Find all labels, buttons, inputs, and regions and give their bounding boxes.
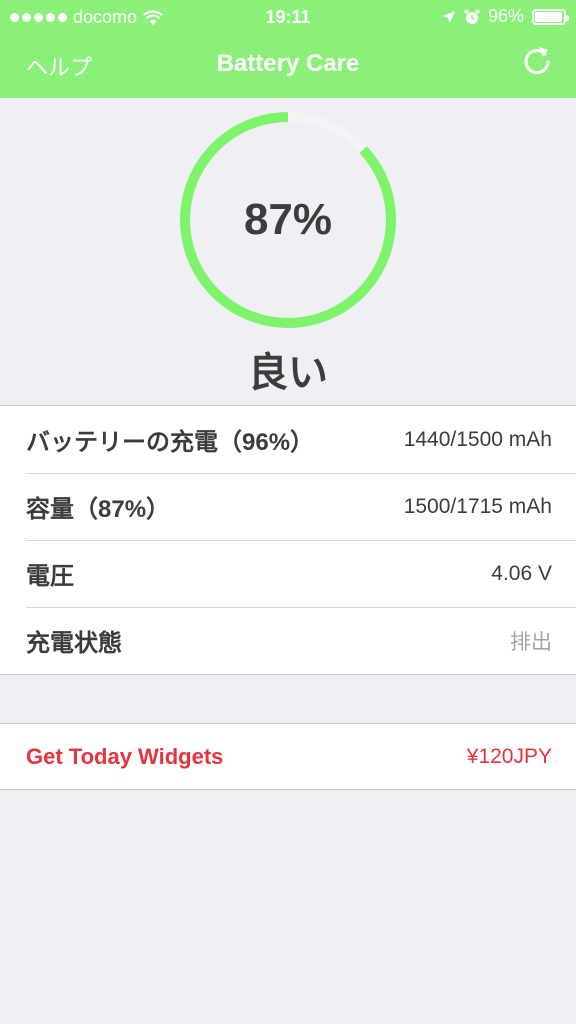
detail-value: 排出 [510, 630, 552, 654]
location-arrow-icon [442, 10, 455, 23]
health-percent: 87% [243, 195, 333, 244]
battery-health-gauge: 87% [178, 110, 398, 330]
promo-price: ¥120JPY [466, 744, 552, 768]
health-status-label: 良い [248, 351, 328, 395]
alarm-icon [464, 9, 480, 24]
top-bar: docomo 19:11 96% ヘルプ Battery Care [0, 0, 576, 98]
detail-row-capacity: 容量（87%） 1500/1715 mAh [0, 473, 576, 540]
detail-label: 容量（87%） [26, 496, 171, 523]
navigation-bar: ヘルプ Battery Care [0, 34, 576, 98]
battery-icon [532, 8, 569, 25]
detail-value: 1440/1500 mAh [403, 427, 552, 451]
detail-row-voltage: 電圧 4.06 V [0, 540, 576, 607]
detail-label: 電圧 [26, 563, 74, 590]
detail-row-charge: バッテリーの充電（96%） 1440/1500 mAh [0, 406, 576, 473]
detail-label: 充電状態 [26, 630, 122, 657]
status-bar: docomo 19:11 96% [0, 0, 576, 34]
status-right: 96% [442, 6, 569, 27]
battery-percent: 96% [487, 6, 524, 26]
detail-label: バッテリーの充電（96%） [26, 429, 315, 456]
detail-value: 4.06 V [491, 561, 552, 585]
promo-label: Get Today Widgets [26, 743, 224, 769]
get-widgets-button[interactable]: Get Today Widgets ¥120JPY [0, 723, 576, 790]
detail-row-charging-state: 充電状態 排出 [0, 607, 576, 674]
app-title: Battery Care [216, 50, 360, 77]
refresh-icon[interactable] [520, 44, 554, 78]
battery-details-list: バッテリーの充電（96%） 1440/1500 mAh 容量（87%） 1500… [0, 405, 576, 675]
detail-value: 1500/1715 mAh [403, 494, 552, 518]
